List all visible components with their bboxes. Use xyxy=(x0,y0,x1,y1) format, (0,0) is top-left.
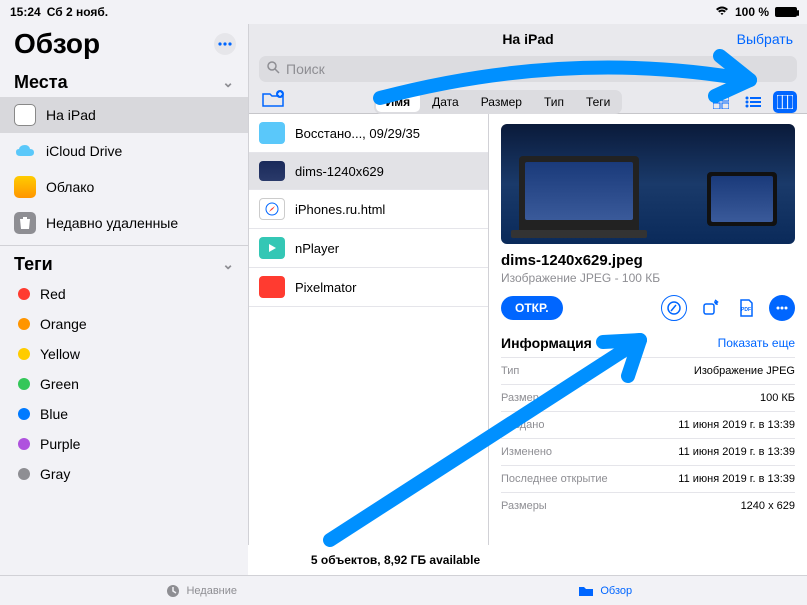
info-header: Информация xyxy=(501,335,592,351)
search-placeholder: Поиск xyxy=(286,61,325,77)
location-title: На iPad xyxy=(502,31,553,47)
tag-orange[interactable]: Orange xyxy=(0,309,248,339)
status-time: 15:24 xyxy=(10,5,41,19)
detail-pane: dims-1240x629.jpeg Изображение JPEG - 10… xyxy=(489,114,807,579)
sort-date[interactable]: Дата xyxy=(422,92,469,112)
search-input[interactable]: Поиск xyxy=(259,56,797,82)
file-preview xyxy=(501,124,795,244)
file-meta: Изображение JPEG - 100 КБ xyxy=(501,271,795,285)
main-pane: На iPad Выбрать Поиск Имя Дата Размер Ти… xyxy=(248,24,807,579)
tag-yellow[interactable]: Yellow xyxy=(0,339,248,369)
file-count-footer: 5 объектов, 8,92 ГБ available xyxy=(248,545,543,575)
tag-dot-icon xyxy=(18,288,30,300)
tag-dot-icon xyxy=(18,318,30,330)
status-bar: 15:24 Сб 2 нояб. 100 % xyxy=(0,0,807,24)
sort-size[interactable]: Размер xyxy=(471,92,532,112)
folder-icon xyxy=(259,237,285,259)
file-row-folder[interactable]: Восстано..., 09/29/35 xyxy=(249,114,488,153)
view-grid-button[interactable] xyxy=(709,91,733,113)
tag-purple[interactable]: Purple xyxy=(0,429,248,459)
sort-type[interactable]: Тип xyxy=(534,92,574,112)
battery-percent: 100 % xyxy=(735,5,769,19)
toolbar: На iPad Выбрать Поиск Имя Дата Размер Ти… xyxy=(249,24,807,114)
cloud-service-icon xyxy=(14,176,36,198)
file-name: dims-1240x629.jpeg xyxy=(501,252,795,269)
tag-red[interactable]: Red xyxy=(0,279,248,309)
trash-icon xyxy=(14,212,36,234)
open-button[interactable]: ОТКР. xyxy=(501,296,563,320)
file-row-nplayer[interactable]: nPlayer xyxy=(249,229,488,268)
search-icon xyxy=(267,61,280,77)
folder-icon xyxy=(259,122,285,144)
folder-icon xyxy=(259,276,285,298)
markup-icon[interactable] xyxy=(661,295,687,321)
tag-dot-icon xyxy=(18,438,30,450)
tag-dot-icon xyxy=(18,408,30,420)
status-date: Сб 2 нояб. xyxy=(47,5,108,19)
svg-text:PDF: PDF xyxy=(741,307,751,313)
sidebar-item-trash[interactable]: Недавно удаленные xyxy=(0,205,248,241)
new-folder-button[interactable] xyxy=(259,90,287,114)
tag-dot-icon xyxy=(18,468,30,480)
places-header[interactable]: Места ⌄ xyxy=(0,66,248,97)
sidebar-item-on-ipad[interactable]: На iPad xyxy=(0,97,248,133)
sidebar-title: Обзор xyxy=(14,28,100,60)
more-actions-icon[interactable] xyxy=(769,295,795,321)
tag-blue[interactable]: Blue xyxy=(0,399,248,429)
sort-segmented-control[interactable]: Имя Дата Размер Тип Теги xyxy=(374,90,623,114)
sort-name[interactable]: Имя xyxy=(376,92,421,112)
file-row-pixelmator[interactable]: Pixelmator xyxy=(249,268,488,307)
cloud-icon xyxy=(14,140,36,162)
sidebar: Обзор Места ⌄ На iPad iCloud Drive Облак… xyxy=(0,24,248,579)
tag-green[interactable]: Green xyxy=(0,369,248,399)
show-more-link[interactable]: Показать еще xyxy=(718,336,795,350)
tag-dot-icon xyxy=(18,348,30,360)
battery-icon xyxy=(775,7,797,17)
tag-dot-icon xyxy=(18,378,30,390)
view-columns-button[interactable] xyxy=(773,91,797,113)
sidebar-item-icloud[interactable]: iCloud Drive xyxy=(0,133,248,169)
more-menu-button[interactable] xyxy=(214,33,236,55)
pdf-icon[interactable]: PDF xyxy=(733,295,759,321)
tab-browse[interactable]: Обзор xyxy=(404,576,807,605)
view-list-button[interactable] xyxy=(741,91,765,113)
sort-tags[interactable]: Теги xyxy=(576,92,620,112)
chevron-down-icon: ⌄ xyxy=(222,74,234,91)
file-list: Восстано..., 09/29/35 dims-1240x629 iPho… xyxy=(249,114,489,579)
tab-bar: Недавние Обзор xyxy=(0,575,807,605)
rotate-icon[interactable] xyxy=(697,295,723,321)
select-button[interactable]: Выбрать xyxy=(737,31,793,47)
file-row-html[interactable]: iPhones.ru.html xyxy=(249,190,488,229)
tags-header[interactable]: Теги ⌄ xyxy=(0,248,248,279)
chevron-down-icon: ⌄ xyxy=(222,256,234,273)
ipad-icon xyxy=(14,104,36,126)
file-row-image[interactable]: dims-1240x629 xyxy=(249,153,488,190)
image-thumb-icon xyxy=(259,161,285,181)
wifi-icon xyxy=(715,5,729,19)
safari-icon xyxy=(259,198,285,220)
sidebar-item-cloud[interactable]: Облако xyxy=(0,169,248,205)
tag-gray[interactable]: Gray xyxy=(0,459,248,489)
tab-recent[interactable]: Недавние xyxy=(0,576,404,605)
